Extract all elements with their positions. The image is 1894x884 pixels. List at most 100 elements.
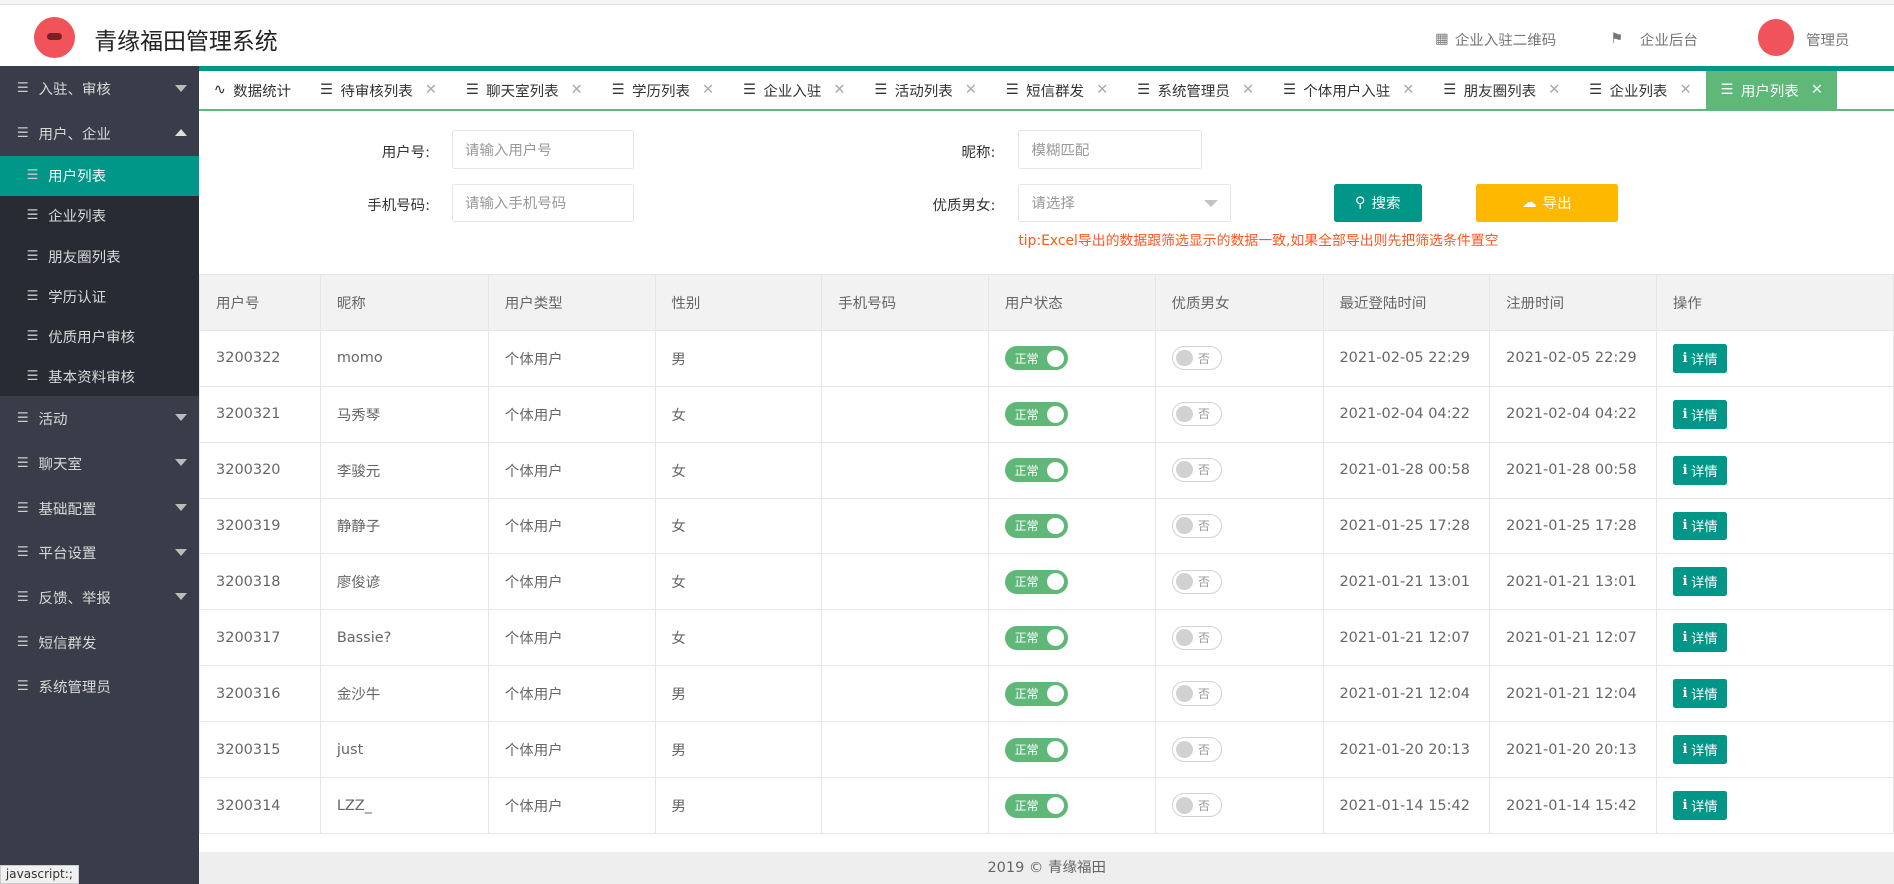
last-login-cell: 2021-01-14 15:42 xyxy=(1322,777,1491,835)
user-id-input[interactable]: 请输入用户号 xyxy=(451,130,635,170)
tab[interactable]: ☰ 聊天室列表 ✕ xyxy=(451,71,597,109)
sidebar-subitem-label: 朋友圈列表 xyxy=(48,249,121,266)
search-button[interactable]: ⚲ 搜索 xyxy=(1333,183,1422,223)
status-toggle[interactable]: 正常 xyxy=(1004,402,1068,427)
detail-button[interactable]: i 详情 xyxy=(1672,343,1728,373)
detail-button[interactable]: i 详情 xyxy=(1672,567,1728,597)
sidebar-subitem[interactable]: ☰ 企业列表 xyxy=(0,196,199,236)
nickname-label: 昵称: xyxy=(961,145,996,162)
detail-button[interactable]: i 详情 xyxy=(1672,735,1728,765)
tab[interactable]: ☰ 短信群发 ✕ xyxy=(991,71,1122,109)
tab[interactable]: ☰ 朋友圈列表 ✕ xyxy=(1429,71,1575,109)
close-icon[interactable]: ✕ xyxy=(965,82,977,98)
export-button[interactable]: ☁ 导出 xyxy=(1476,183,1618,223)
sidebar-subitem[interactable]: ☰ 用户列表 xyxy=(0,155,200,196)
list-icon: ☰ xyxy=(26,328,39,344)
sidebar-item[interactable]: ☰ 平台设置 xyxy=(0,530,199,575)
detail-button[interactable]: i 详情 xyxy=(1672,455,1728,485)
quality-toggle[interactable]: 否 xyxy=(1171,569,1223,594)
status-toggle[interactable]: 正常 xyxy=(1004,457,1068,483)
quality-toggle[interactable]: 否 xyxy=(1171,513,1223,538)
enterprise-backend-link[interactable]: ⚑ 企业后台 xyxy=(1610,29,1698,50)
quality-toggle[interactable]: 否 xyxy=(1171,345,1223,371)
quality-select[interactable]: 请选择 xyxy=(1018,183,1231,223)
quality-toggle[interactable]: 否 xyxy=(1171,625,1223,650)
tab[interactable]: ∿ 数据统计 xyxy=(199,71,305,109)
close-icon[interactable]: ✕ xyxy=(571,82,583,98)
user-menu[interactable]: 管理员 xyxy=(1806,29,1849,50)
sidebar-subitem[interactable]: ☰ 优质用户审核 xyxy=(0,316,199,356)
sidebar-item[interactable]: ☰ 反馈、举报 xyxy=(0,575,199,620)
sidebar-item[interactable]: ☰ 短信群发 xyxy=(0,620,199,665)
sidebar-item[interactable]: ☰ 用户、企业 xyxy=(0,111,199,156)
tab[interactable]: ☰ 企业列表 ✕ xyxy=(1575,71,1706,109)
table-cell: 李骏元 xyxy=(320,441,490,499)
close-icon[interactable]: ✕ xyxy=(425,82,437,98)
detail-button[interactable]: i 详情 xyxy=(1672,791,1728,821)
qrcode-link[interactable]: ▦ 企业入驻二维码 xyxy=(1435,29,1556,50)
phone-input[interactable]: 请输入手机号码 xyxy=(451,183,635,223)
table-cell: 静静子 xyxy=(320,497,490,555)
status-toggle[interactable]: 正常 xyxy=(1004,569,1068,594)
sidebar-subitem[interactable]: ☰ 基本资料审核 xyxy=(0,356,199,396)
close-icon[interactable]: ✕ xyxy=(1679,82,1691,98)
sidebar-item[interactable]: ☰ 聊天室 xyxy=(0,441,199,486)
sidebar-item[interactable]: ☰ 入驻、审核 xyxy=(0,66,199,111)
list-icon: ☰ xyxy=(743,82,757,99)
quality-toggle[interactable]: 否 xyxy=(1171,793,1223,818)
detail-button[interactable]: i 详情 xyxy=(1672,399,1728,429)
tab[interactable]: ☰ 学历列表 ✕ xyxy=(597,71,728,109)
status-toggle[interactable]: 正常 xyxy=(1004,346,1068,371)
quality-toggle[interactable]: 否 xyxy=(1171,401,1223,427)
table-cell: 3200317 xyxy=(199,609,322,667)
tab[interactable]: ☰ 用户列表 ✕ xyxy=(1706,71,1838,110)
sidebar-item[interactable]: ☰ 基础配置 xyxy=(0,486,199,531)
status-toggle[interactable]: 正常 xyxy=(1004,681,1068,706)
column-header: 性别 xyxy=(654,274,823,331)
last-login-cell: 2021-02-04 04:22 xyxy=(1322,385,1491,443)
status-bar: javascript:; xyxy=(0,864,79,884)
status-toggle[interactable]: 正常 xyxy=(1004,737,1068,762)
quality-toggle[interactable]: 否 xyxy=(1171,737,1223,762)
toggle-knob xyxy=(1047,461,1065,479)
list-icon: ☰ xyxy=(26,248,39,264)
sidebar-subitem[interactable]: ☰ 学历认证 xyxy=(0,276,199,316)
phone-label: 手机号码: xyxy=(367,198,431,215)
close-icon[interactable]: ✕ xyxy=(1242,82,1254,98)
detail-button[interactable]: i 详情 xyxy=(1672,623,1728,653)
status-toggle[interactable]: 正常 xyxy=(1004,625,1068,650)
pulse-icon: ∿ xyxy=(213,82,226,99)
close-icon[interactable]: ✕ xyxy=(1402,82,1414,98)
tab[interactable]: ☰ 活动列表 ✕ xyxy=(860,71,991,109)
close-icon[interactable]: ✕ xyxy=(833,82,845,98)
tab-label: 学历列表 xyxy=(632,83,690,100)
tab[interactable]: ☰ 系统管理员 ✕ xyxy=(1123,71,1269,109)
nickname-input[interactable]: 模糊匹配 xyxy=(1018,130,1202,170)
quality-toggle[interactable]: 否 xyxy=(1171,457,1223,482)
register-time-cell: 2021-01-25 17:28 xyxy=(1489,497,1658,555)
quality-label: 否 xyxy=(1197,631,1210,646)
sidebar-item[interactable]: ☰ 系统管理员 xyxy=(0,665,199,710)
tab-label: 个体用户入驻 xyxy=(1303,83,1391,100)
column-header: 注册时间 xyxy=(1489,274,1658,331)
close-icon[interactable]: ✕ xyxy=(1096,82,1108,98)
close-icon[interactable]: ✕ xyxy=(1811,82,1823,98)
avatar[interactable] xyxy=(1757,19,1794,56)
table-cell: 女 xyxy=(654,385,823,443)
detail-button[interactable]: i 详情 xyxy=(1672,679,1728,709)
status-toggle[interactable]: 正常 xyxy=(1004,793,1068,818)
quality-toggle[interactable]: 否 xyxy=(1171,681,1223,706)
tab[interactable]: ☰ 待审核列表 ✕ xyxy=(306,71,452,109)
tab[interactable]: ☰ 企业入驻 ✕ xyxy=(729,71,860,109)
sidebar-item[interactable]: ☰ 活动 xyxy=(0,396,199,441)
detail-button[interactable]: i 详情 xyxy=(1672,511,1728,541)
table-row: 3200320 李骏元 个体用户女 正常 否 2021-01-28 00:58 2021-0… xyxy=(199,441,1894,499)
close-icon[interactable]: ✕ xyxy=(702,82,714,98)
toggle-knob xyxy=(1176,629,1194,647)
tab[interactable]: ☰ 个体用户入驻 ✕ xyxy=(1269,71,1429,109)
close-icon[interactable]: ✕ xyxy=(1548,82,1560,98)
action-cell: i 详情 xyxy=(1656,497,1894,555)
toggle-knob xyxy=(1047,349,1065,367)
status-toggle[interactable]: 正常 xyxy=(1004,513,1068,539)
sidebar-subitem[interactable]: ☰ 朋友圈列表 xyxy=(0,236,199,276)
